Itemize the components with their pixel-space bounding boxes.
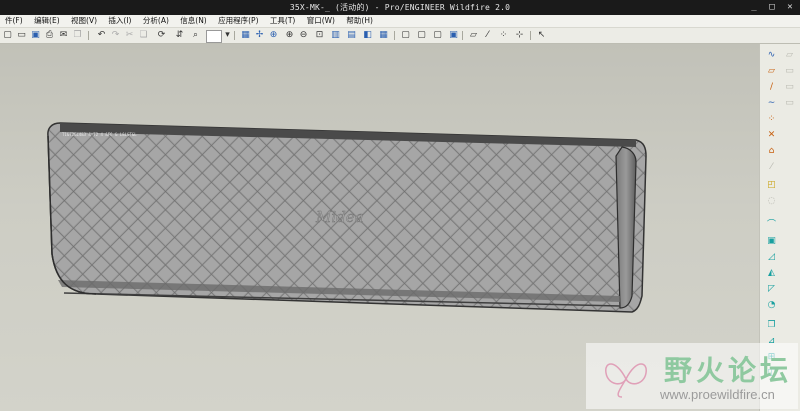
extrude-icon[interactable]: ◰ xyxy=(766,180,777,191)
datum-points-icon[interactable]: ⁘ xyxy=(498,30,509,41)
model-logo-text: Midea xyxy=(315,208,364,226)
regenerate-icon[interactable]: ⟳ xyxy=(156,30,167,41)
rib-icon[interactable]: ◭ xyxy=(766,268,777,279)
close-button[interactable]: ✕ xyxy=(784,2,796,12)
chevron-down-icon[interactable]: ▾ xyxy=(222,30,233,41)
menu-window[interactable]: 窗口(W) xyxy=(302,15,339,26)
new-file-icon[interactable]: ▢ xyxy=(2,30,13,41)
menu-help[interactable]: 帮助(H) xyxy=(341,15,377,26)
refit-icon[interactable]: ⊡ xyxy=(314,30,325,41)
toolbar-separator xyxy=(394,31,395,40)
menu-info[interactable]: 信息(N) xyxy=(175,15,210,26)
toolbar-separator xyxy=(234,31,235,40)
curve-disabled-icon: ▭ xyxy=(785,98,794,108)
csys-icon[interactable]: ✕ xyxy=(766,130,777,141)
title-bar: 35X-MK-_ (活动的) - Pro/ENGINEER Wildfire 2… xyxy=(0,0,800,15)
menu-tools[interactable]: 工具(T) xyxy=(265,15,299,26)
datum-axes-icon[interactable]: ⁄ xyxy=(482,30,493,41)
saved-views-icon[interactable]: ▤ xyxy=(346,30,357,41)
menu-insert[interactable]: 插入(I) xyxy=(103,15,135,26)
select-icon[interactable]: ⇵ xyxy=(174,30,185,41)
layers-icon[interactable]: ▥ xyxy=(330,30,341,41)
disabled-icon: ⁄ xyxy=(770,162,773,172)
axis-disabled-icon: ▭ xyxy=(785,82,794,92)
toolbar-separator xyxy=(530,31,531,40)
watermark-url: www.proewildfire.cn xyxy=(660,387,775,402)
air-conditioner-model[interactable]: T1&T2&L4&3 & T2 4 &F0 & L&L&T&L Midea xyxy=(47,122,647,313)
orient-icon[interactable]: ✢ xyxy=(254,30,265,41)
select-box-icon[interactable] xyxy=(206,30,222,43)
copy-icon[interactable]: ❐ xyxy=(766,320,777,331)
menu-file[interactable]: 件(F) xyxy=(0,15,27,26)
maximize-button[interactable]: □ xyxy=(766,2,778,12)
repaint-icon[interactable]: ▦ xyxy=(240,30,251,41)
window-title: 35X-MK-_ (活动的) - Pro/ENGINEER Wildfire 2… xyxy=(289,3,511,12)
shaded-icon[interactable]: ▣ xyxy=(448,30,459,41)
main-toolbar: ▢ ▭ ▣ ⎙ ✉ ❐ ↶ ↷ ✂ ❏ ⟳ ⇵ ⌕ ▾ ▦ ✢ ⊕ ⊕ ⊖ ⊡ … xyxy=(0,28,800,44)
menu-analysis[interactable]: 分析(A) xyxy=(138,15,173,26)
window-controls: _ □ ✕ xyxy=(748,2,796,12)
copy-icon[interactable]: ❐ xyxy=(72,30,83,41)
toolbar-separator xyxy=(462,31,463,40)
round-icon[interactable]: ⌒ xyxy=(766,220,777,231)
zoom-in-icon[interactable]: ⊕ xyxy=(284,30,295,41)
no-hidden-icon[interactable]: ▢ xyxy=(432,30,443,41)
minimize-button[interactable]: _ xyxy=(748,2,760,12)
menu-edit[interactable]: 编辑(E) xyxy=(29,15,64,26)
zoom-out-icon[interactable]: ⊖ xyxy=(298,30,309,41)
shading-icon[interactable]: ◧ xyxy=(362,30,373,41)
redo-icon[interactable]: ↷ xyxy=(110,30,121,41)
curve-icon[interactable]: ∼ xyxy=(766,98,777,109)
datum-axis-icon[interactable]: / xyxy=(766,82,777,93)
sketch-disabled-icon: ▱ xyxy=(786,50,793,60)
help-pointer-icon[interactable]: ↖ xyxy=(536,30,547,41)
menu-bar: 件(F) 编辑(E) 视图(V) 插入(I) 分析(A) 信息(N) 应用程序(… xyxy=(0,15,800,28)
plane-disabled-icon: ▭ xyxy=(785,66,794,76)
print-icon[interactable]: ⎙ xyxy=(44,30,55,41)
draft-icon[interactable]: ◿ xyxy=(766,252,777,263)
forum-watermark: 野火论坛 www.proewildfire.cn xyxy=(586,343,798,409)
revolve-disabled-icon: ◌ xyxy=(767,196,776,206)
analysis-icon[interactable]: ⌂ xyxy=(766,146,777,157)
menu-applications[interactable]: 应用程序(P) xyxy=(213,15,262,26)
shell-icon[interactable]: ▣ xyxy=(766,236,777,247)
paste-icon[interactable]: ❏ xyxy=(138,30,149,41)
hidden-line-icon[interactable]: ▢ xyxy=(416,30,427,41)
cut-icon[interactable]: ✂ xyxy=(124,30,135,41)
wireframe-icon[interactable]: ▢ xyxy=(400,30,411,41)
undo-icon[interactable]: ↶ xyxy=(96,30,107,41)
butterfly-logo-icon xyxy=(605,363,647,398)
email-icon[interactable]: ✉ xyxy=(58,30,69,41)
model-tree-icon[interactable]: ▦ xyxy=(378,30,389,41)
datum-plane-icon[interactable]: ▱ xyxy=(766,66,777,77)
open-folder-icon[interactable]: ▭ xyxy=(16,30,27,41)
csys-icon[interactable]: ⊹ xyxy=(514,30,525,41)
chamfer-icon[interactable]: ◸ xyxy=(766,284,777,295)
save-icon[interactable]: ▣ xyxy=(30,30,41,41)
sketch-curve-icon[interactable]: ∿ xyxy=(766,50,777,61)
datum-planes-icon[interactable]: ▱ xyxy=(468,30,479,41)
find-icon[interactable]: ⌕ xyxy=(190,30,201,41)
menu-view[interactable]: 视图(V) xyxy=(66,15,101,26)
watermark-chinese: 野火论坛 xyxy=(664,354,793,387)
toolbar-separator xyxy=(88,31,89,40)
datum-point-icon[interactable]: ⁘ xyxy=(766,114,777,125)
spin-center-icon[interactable]: ⊕ xyxy=(268,30,279,41)
hole-icon[interactable]: ◔ xyxy=(766,300,777,311)
model-panel-label: T1&T2&L4&3 & T2 4 &F0 & L&L&T&L xyxy=(62,132,137,137)
